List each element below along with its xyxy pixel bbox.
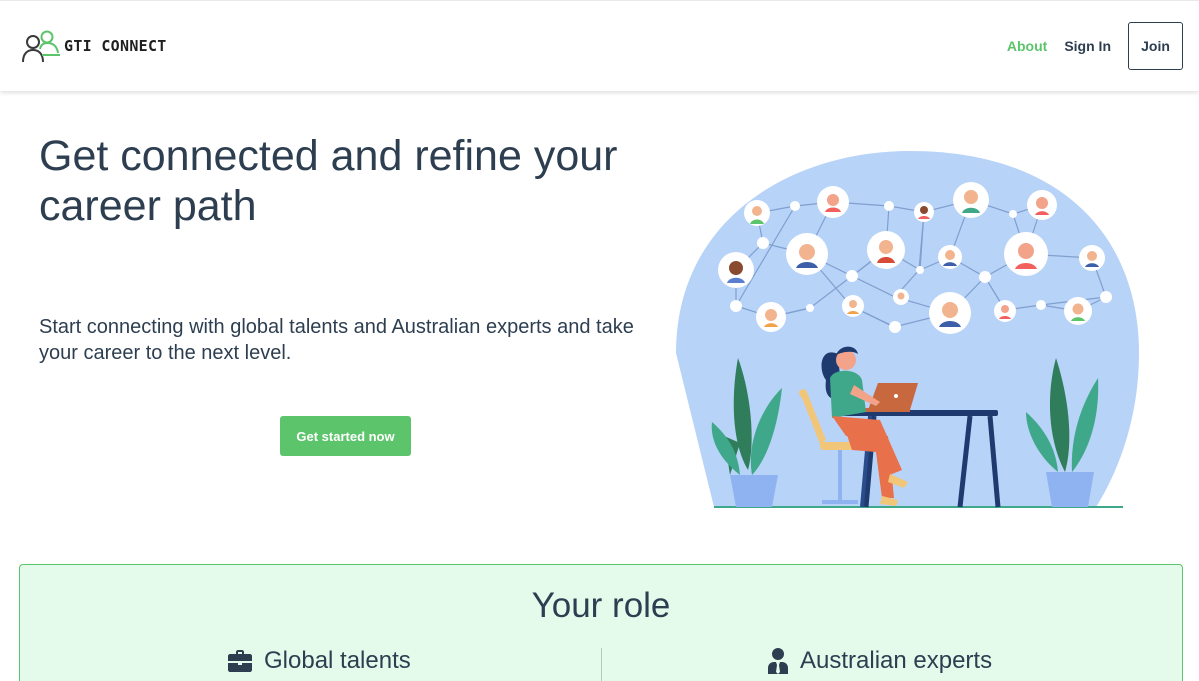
avatar-14 <box>893 289 909 305</box>
avatar-3 <box>914 202 934 222</box>
avatar-8 <box>867 231 905 269</box>
avatar-11 <box>1079 245 1105 271</box>
role-divider <box>601 648 602 681</box>
avatar-12 <box>756 302 786 332</box>
brand-name: GTI CONNECT <box>64 37 167 55</box>
briefcase-icon <box>228 650 252 672</box>
get-started-button[interactable]: Get started now <box>280 416 411 456</box>
role-global-talents-label: Global talents <box>264 647 411 674</box>
avatar-5 <box>1027 190 1057 220</box>
avatar-1 <box>744 200 770 226</box>
avatar-4 <box>953 182 989 218</box>
avatar-15 <box>929 292 971 334</box>
join-button[interactable]: Join <box>1128 22 1183 70</box>
avatar-13 <box>842 295 864 317</box>
main-nav: About Sign In Join <box>1007 22 1183 70</box>
avatar-9 <box>938 245 962 269</box>
top-navbar: GTI CONNECT About Sign In Join <box>0 0 1199 91</box>
brand-logo[interactable]: GTI CONNECT <box>22 29 182 63</box>
hero-subtitle: Start connecting with global talents and… <box>39 316 634 364</box>
nav-sign-in-link[interactable]: Sign In <box>1064 38 1111 54</box>
hero-title: Get connected and refine your career pat… <box>39 132 618 230</box>
role-section-title: Your role <box>531 586 671 625</box>
avatar-10 <box>1004 232 1048 276</box>
user-tie-icon <box>768 648 788 674</box>
role-australian-experts[interactable]: Australian experts <box>768 645 992 677</box>
nav-about-link[interactable]: About <box>1007 38 1047 54</box>
role-section: Your role Global talents Australian expe… <box>19 564 1183 681</box>
avatar-2 <box>817 186 849 218</box>
role-global-talents[interactable]: Global talents <box>228 645 411 677</box>
avatar-17 <box>1064 297 1092 325</box>
avatar-6 <box>718 252 754 288</box>
avatar-16 <box>994 300 1016 322</box>
networking-illustration <box>676 151 1139 508</box>
role-australian-experts-label: Australian experts <box>800 647 993 674</box>
avatar-7 <box>786 233 828 275</box>
people-logo-icon <box>22 30 60 63</box>
